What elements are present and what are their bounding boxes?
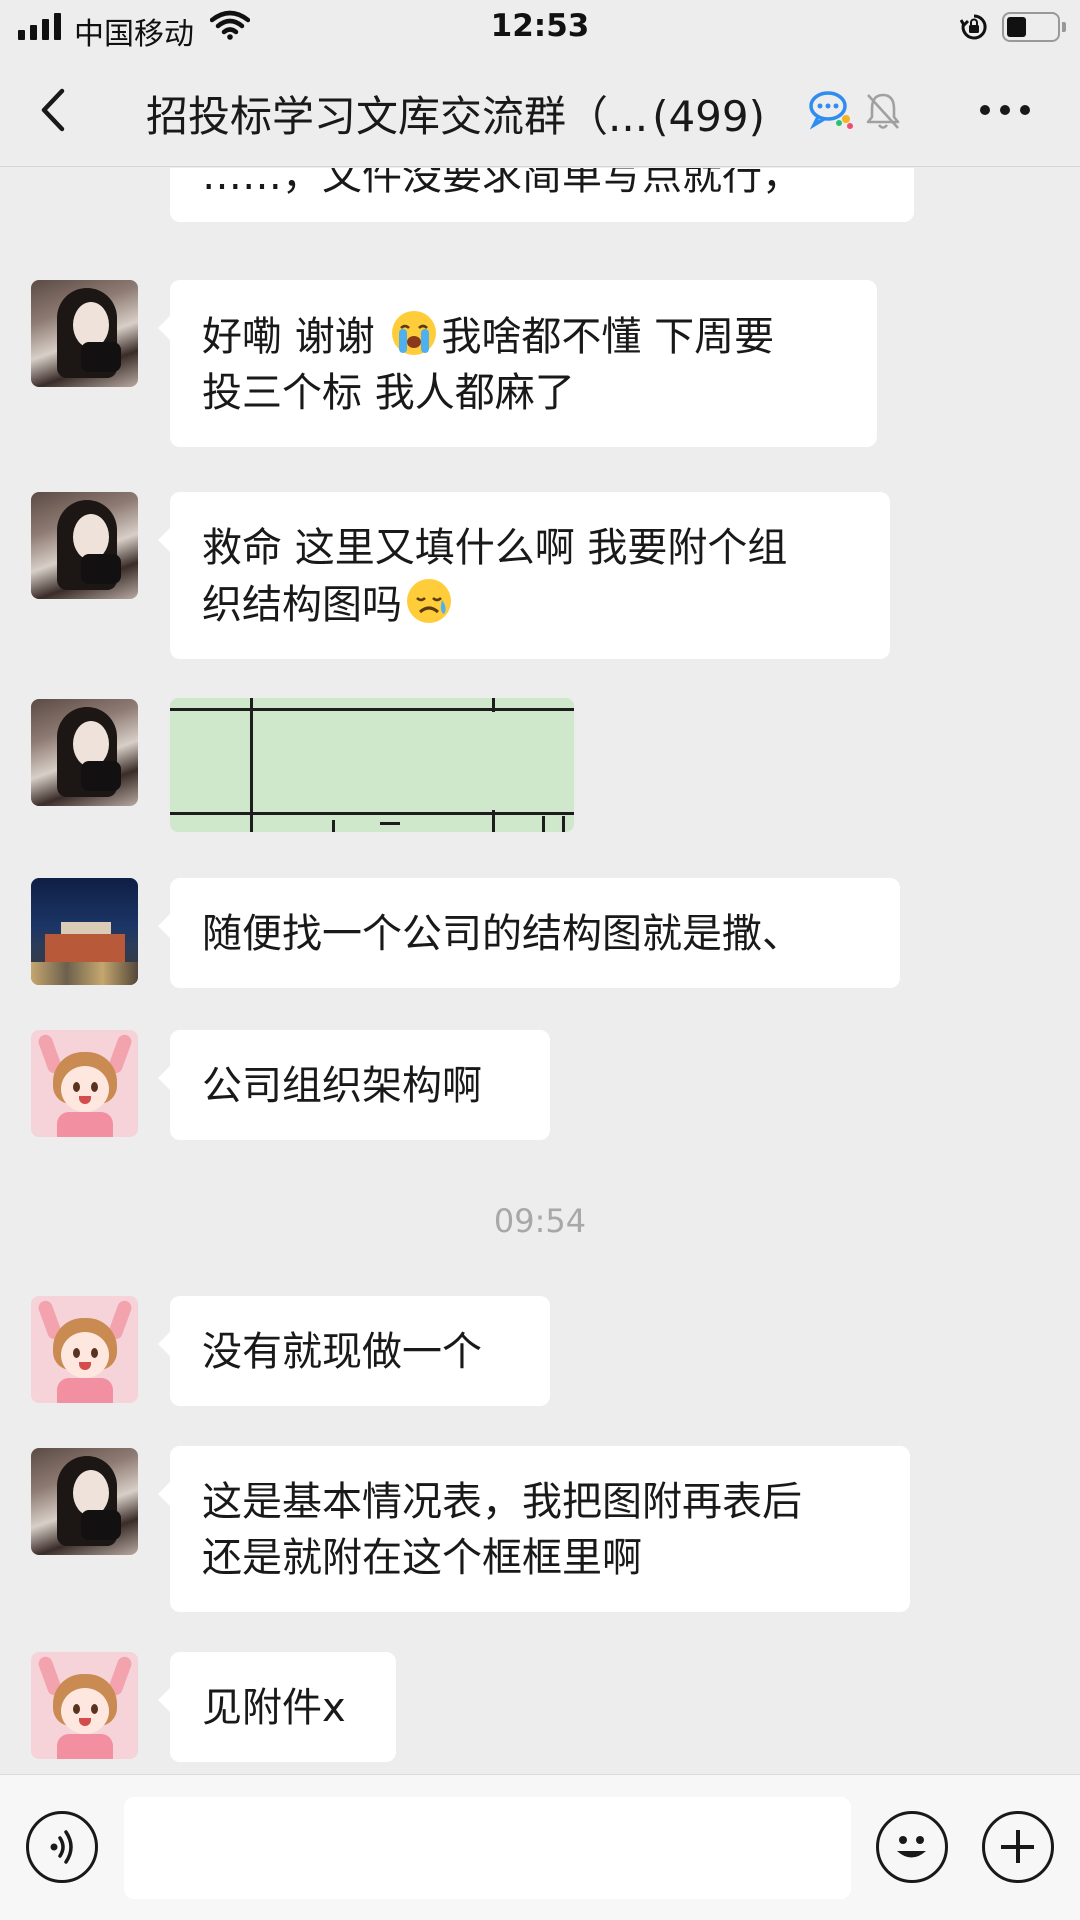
chat-messages[interactable]: ……，文件没要求简单写点就行， 好嘞 谢谢 我啥都不懂 下周要 投三个标 我人都… bbox=[0, 168, 1080, 1774]
message-timestamp: 09:54 bbox=[493, 1202, 587, 1240]
status-bar: 中国移动 12:53 bbox=[0, 0, 1080, 55]
message-bubble[interactable]: 没有就现做一个 bbox=[158, 1296, 550, 1406]
back-button[interactable] bbox=[30, 85, 80, 135]
message-line: 救命 这里又填什么啊 我要附个组 bbox=[202, 525, 788, 571]
message-bubble[interactable]: 救命 这里又填什么啊 我要附个组 织结构图吗 bbox=[158, 492, 890, 659]
crying-face-icon bbox=[407, 579, 451, 623]
message-bubble[interactable]: ……，文件没要求简单写点就行， bbox=[170, 168, 914, 222]
rotation-lock-icon bbox=[960, 14, 987, 40]
message-bubble[interactable]: 公司组织架构啊 bbox=[158, 1030, 550, 1140]
message-text: ……，文件没要求简单写点就行， bbox=[202, 168, 802, 199]
avatar[interactable] bbox=[31, 492, 138, 599]
battery-icon bbox=[1002, 12, 1066, 42]
avatar[interactable] bbox=[31, 878, 138, 985]
message-text: 没有就现做一个 bbox=[202, 1329, 482, 1375]
avatar[interactable] bbox=[31, 1296, 138, 1403]
member-count: (499) bbox=[652, 92, 765, 141]
message-line: 织结构图吗 bbox=[202, 576, 858, 633]
message-bubble[interactable]: 随便找一个公司的结构图就是撒、 bbox=[158, 878, 900, 988]
input-bar bbox=[0, 1774, 1080, 1920]
message-bubble[interactable]: 这是基本情况表，我把图附再表后 还是就附在这个框框里啊 bbox=[158, 1446, 910, 1612]
more-functions-button[interactable] bbox=[982, 1811, 1054, 1883]
voice-input-button[interactable] bbox=[26, 1811, 98, 1883]
message-line: 还是就附在这个框框里啊 bbox=[202, 1535, 642, 1581]
message-line: 好嘞 谢谢 我啥都不懂 下周要 bbox=[202, 308, 845, 365]
image-message[interactable] bbox=[170, 698, 574, 832]
voice-icon bbox=[50, 1830, 73, 1864]
message-line: 这是基本情况表，我把图附再表后 bbox=[202, 1479, 802, 1525]
battery-level bbox=[1007, 17, 1026, 37]
avatar[interactable] bbox=[31, 699, 138, 806]
loudly-crying-face-icon bbox=[392, 311, 437, 355]
group-chat-icon bbox=[809, 91, 853, 130]
smiley-icon bbox=[897, 1836, 926, 1858]
message-line: 投三个标 我人都麻了 bbox=[202, 370, 575, 416]
chat-title[interactable]: 招投标学习文库交流群（...(499) bbox=[146, 83, 765, 144]
avatar[interactable] bbox=[31, 1652, 138, 1759]
clock: 12:53 bbox=[490, 8, 590, 44]
emoji-button[interactable] bbox=[876, 1811, 948, 1883]
message-bubble[interactable]: 好嘞 谢谢 我啥都不懂 下周要 投三个标 我人都麻了 bbox=[158, 280, 877, 447]
message-text: 公司组织架构啊 bbox=[202, 1063, 482, 1109]
mute-bell-icon bbox=[866, 93, 900, 129]
avatar[interactable] bbox=[31, 1448, 138, 1555]
avatar[interactable] bbox=[31, 1030, 138, 1137]
message-input[interactable] bbox=[124, 1797, 851, 1899]
chat-header: 招投标学习文库交流群（...(499) bbox=[0, 55, 1080, 167]
more-options-button[interactable] bbox=[980, 105, 1030, 115]
group-name: 招投标学习文库交流群（... bbox=[146, 92, 649, 141]
avatar[interactable] bbox=[31, 280, 138, 387]
message-bubble[interactable]: 见附件x bbox=[158, 1652, 396, 1762]
message-text: 随便找一个公司的结构图就是撒、 bbox=[202, 911, 802, 957]
message-text: 见附件x bbox=[202, 1685, 346, 1731]
